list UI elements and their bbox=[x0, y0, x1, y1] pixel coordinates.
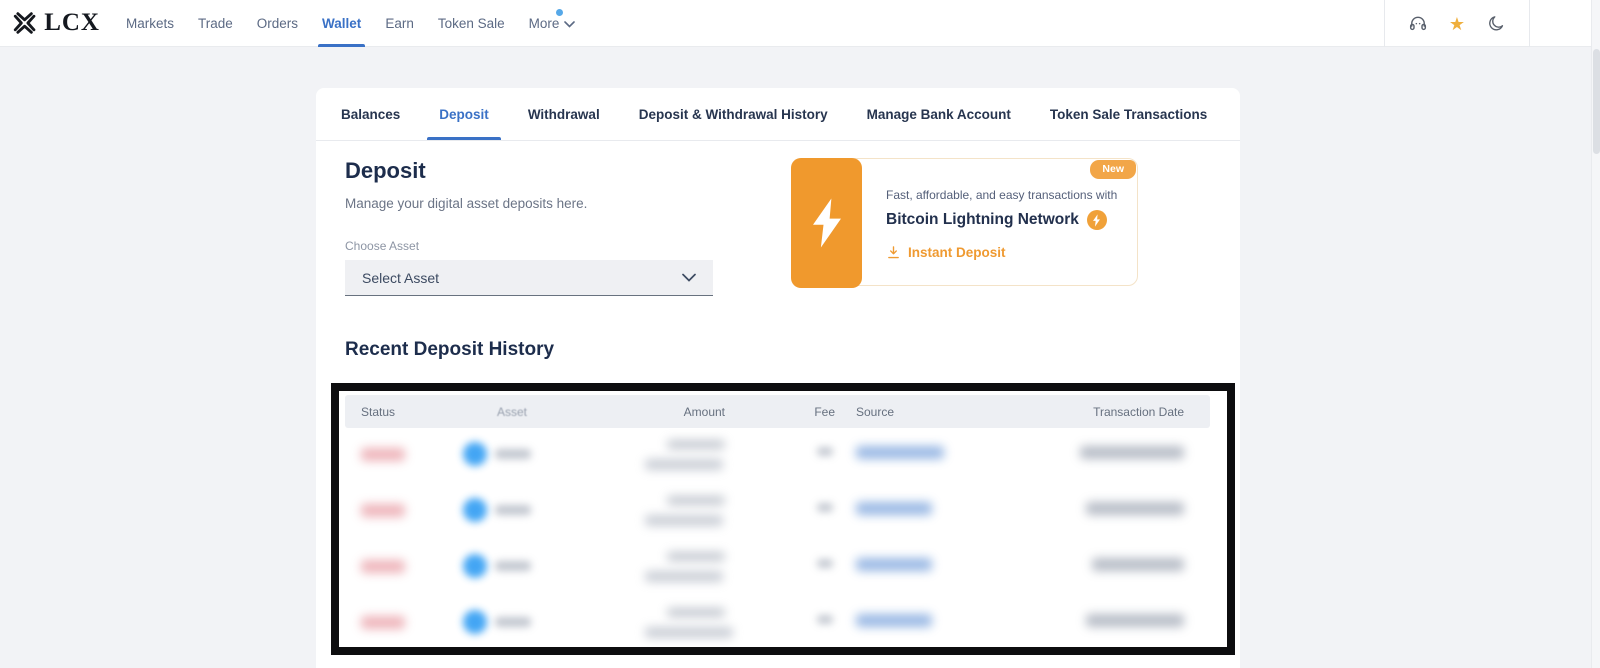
asset-coin-icon-blurred bbox=[463, 442, 487, 466]
promo-headline: Bitcoin Lightning Network bbox=[886, 210, 1107, 230]
amount-secondary-blurred bbox=[645, 627, 733, 638]
amount-secondary-blurred bbox=[645, 459, 723, 470]
main-nav: Markets Trade Orders Wallet Earn Token S… bbox=[114, 0, 587, 47]
asset-label-blurred bbox=[495, 561, 531, 571]
table-row-redacted[interactable] bbox=[345, 596, 1210, 652]
scrollbar[interactable] bbox=[1591, 0, 1600, 668]
lcx-logo[interactable]: LCX bbox=[0, 8, 100, 38]
transaction-date-blurred bbox=[1092, 558, 1184, 571]
source-link-blurred bbox=[856, 502, 932, 515]
transaction-date-blurred bbox=[1086, 502, 1184, 515]
dark-mode-moon-icon[interactable] bbox=[1486, 14, 1506, 34]
tab-token-sale-transactions[interactable]: Token Sale Transactions bbox=[1046, 88, 1211, 140]
transaction-date-blurred bbox=[1080, 446, 1184, 459]
chevron-down-icon bbox=[564, 21, 575, 28]
asset-coin-icon-blurred bbox=[463, 610, 487, 634]
fee-blurred bbox=[817, 503, 833, 512]
fee-blurred bbox=[817, 559, 833, 568]
amount-blurred bbox=[667, 608, 725, 617]
nav-item-wallet[interactable]: Wallet bbox=[310, 0, 373, 47]
tab-withdrawal[interactable]: Withdrawal bbox=[524, 88, 604, 140]
download-icon bbox=[886, 245, 901, 260]
app-window: LCX Markets Trade Orders Wallet Earn Tok… bbox=[0, 0, 1600, 668]
tab-manage-bank-account[interactable]: Manage Bank Account bbox=[863, 88, 1015, 140]
amount-secondary-blurred bbox=[645, 515, 723, 526]
nav-item-token-sale[interactable]: Token Sale bbox=[426, 0, 517, 47]
notification-dot bbox=[556, 9, 563, 16]
lcx-logo-icon bbox=[13, 8, 36, 38]
amount-blurred bbox=[667, 440, 725, 449]
annotation-highlight-border: Status Asset Amount Fee Source Transacti… bbox=[331, 383, 1235, 655]
scrollbar-thumb[interactable] bbox=[1593, 49, 1600, 154]
column-header-asset: Asset bbox=[497, 405, 527, 419]
instant-deposit-link[interactable]: Instant Deposit bbox=[886, 245, 1006, 260]
divider bbox=[1529, 0, 1530, 47]
lightning-circle-icon bbox=[1087, 210, 1107, 230]
active-nav-underline bbox=[318, 44, 365, 47]
asset-label-blurred bbox=[495, 449, 531, 459]
table-row-redacted[interactable] bbox=[345, 484, 1210, 540]
table-body bbox=[345, 428, 1210, 652]
brand-name: LCX bbox=[44, 9, 100, 37]
tab-deposit-withdrawal-history[interactable]: Deposit & Withdrawal History bbox=[635, 88, 832, 140]
fee-blurred bbox=[817, 615, 833, 624]
tab-deposit[interactable]: Deposit bbox=[435, 88, 493, 140]
table-row-redacted[interactable] bbox=[345, 428, 1210, 484]
asset-label-blurred bbox=[495, 505, 531, 515]
column-header-transaction-date: Transaction Date bbox=[1093, 405, 1184, 419]
topbar-actions: ★ bbox=[1384, 0, 1530, 47]
status-badge-blurred bbox=[361, 616, 405, 629]
fee-blurred bbox=[817, 447, 833, 456]
status-badge-blurred bbox=[361, 448, 405, 461]
amount-secondary-blurred bbox=[645, 571, 723, 582]
column-header-source: Source bbox=[856, 405, 894, 419]
source-link-blurred bbox=[856, 614, 932, 627]
source-link-blurred bbox=[856, 558, 932, 571]
asset-select-value: Select Asset bbox=[362, 270, 439, 286]
support-headset-icon[interactable] bbox=[1408, 14, 1428, 34]
transaction-date-blurred bbox=[1086, 614, 1184, 627]
status-badge-blurred bbox=[361, 560, 405, 573]
asset-coin-icon-blurred bbox=[463, 498, 487, 522]
new-badge: New bbox=[1090, 160, 1136, 179]
page-subtitle: Manage your digital asset deposits here. bbox=[345, 196, 587, 211]
chevron-down-icon bbox=[682, 273, 696, 282]
nav-item-orders[interactable]: Orders bbox=[245, 0, 310, 47]
top-navigation-bar: LCX Markets Trade Orders Wallet Earn Tok… bbox=[0, 0, 1600, 47]
status-badge-blurred bbox=[361, 504, 405, 517]
tab-balances[interactable]: Balances bbox=[337, 88, 404, 140]
lightning-bolt-icon bbox=[806, 196, 848, 250]
nav-item-trade[interactable]: Trade bbox=[186, 0, 245, 47]
column-header-amount: Amount bbox=[645, 405, 725, 419]
table-row-redacted[interactable] bbox=[345, 540, 1210, 596]
table-header-row: Status Asset Amount Fee Source Transacti… bbox=[345, 395, 1210, 428]
nav-item-more[interactable]: More bbox=[517, 0, 588, 47]
page-title: Deposit bbox=[345, 158, 426, 184]
nav-item-markets[interactable]: Markets bbox=[114, 0, 186, 47]
choose-asset-label: Choose Asset bbox=[345, 239, 419, 253]
asset-select[interactable]: Select Asset bbox=[345, 260, 713, 296]
lightning-network-promo-card[interactable]: New Fast, affordable, and easy transacti… bbox=[791, 158, 1138, 286]
source-link-blurred bbox=[856, 446, 944, 459]
amount-blurred bbox=[667, 496, 725, 505]
amount-blurred bbox=[667, 552, 725, 561]
recent-deposit-history-title: Recent Deposit History bbox=[345, 339, 554, 361]
column-header-fee: Fee bbox=[790, 405, 835, 419]
asset-label-blurred bbox=[495, 617, 531, 627]
column-header-status: Status bbox=[361, 405, 395, 419]
nav-item-earn[interactable]: Earn bbox=[373, 0, 426, 47]
wallet-tabs: Balances Deposit Withdrawal Deposit & Wi… bbox=[316, 88, 1240, 141]
asset-coin-icon-blurred bbox=[463, 554, 487, 578]
favorites-star-icon[interactable]: ★ bbox=[1447, 14, 1467, 34]
lightning-bolt-panel bbox=[791, 158, 862, 288]
promo-text: Fast, affordable, and easy transactions … bbox=[886, 188, 1117, 202]
